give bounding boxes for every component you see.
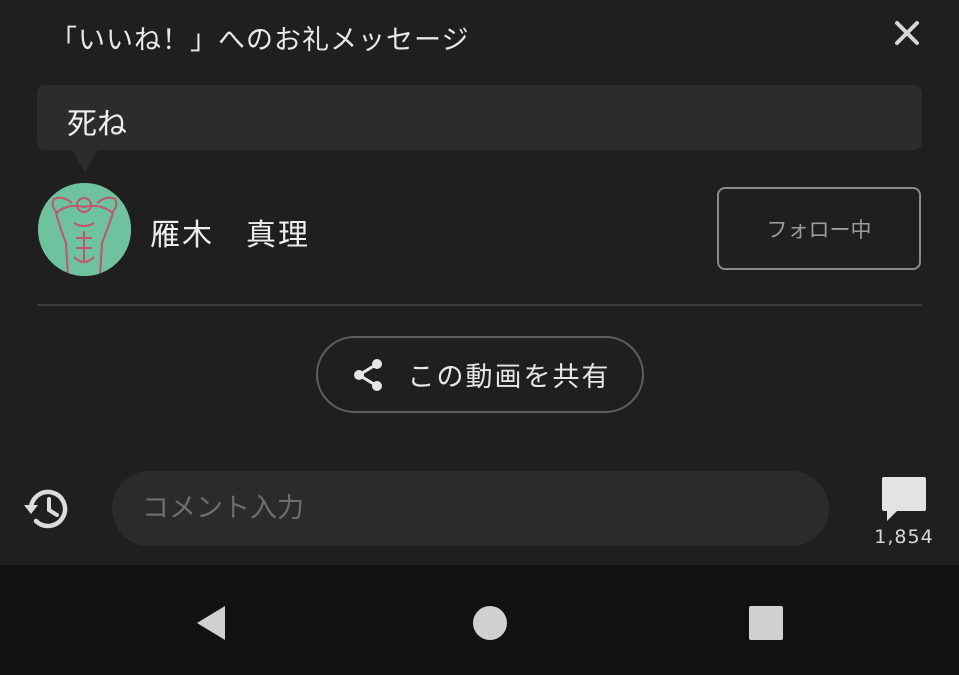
recents-square-icon (749, 606, 783, 640)
close-button[interactable] (886, 12, 928, 54)
avatar[interactable] (38, 183, 131, 276)
comment-icon (882, 477, 926, 521)
back-triangle-icon (197, 606, 225, 640)
thank-you-message: 死ね (67, 107, 127, 142)
dialog-title: 「いいね！」へのお礼メッセージ (50, 25, 470, 56)
following-button[interactable]: フォロー中 (717, 187, 921, 270)
recents-button[interactable] (736, 593, 796, 653)
home-button[interactable] (460, 593, 520, 653)
back-button[interactable] (181, 593, 241, 653)
divider (37, 304, 922, 306)
comment-input[interactable] (112, 471, 829, 546)
comments-button[interactable]: 1,854 (862, 470, 946, 554)
home-circle-icon (473, 606, 507, 640)
share-icon (353, 358, 382, 391)
system-nav-bar (0, 565, 959, 675)
avatar-image (38, 183, 131, 276)
share-label: この動画を共有 (407, 362, 611, 393)
message-bubble: 死ね (37, 85, 922, 150)
close-icon (895, 21, 919, 45)
message-dialog: 「いいね！」へのお礼メッセージ 死ね 雁木 真理 フォロー中 この動画を共有 コ… (0, 0, 959, 565)
share-video-button[interactable]: この動画を共有 (316, 336, 644, 413)
comment-count: 1,854 (874, 526, 934, 548)
history-button[interactable] (18, 480, 76, 538)
history-icon (24, 489, 68, 529)
bubble-tail (72, 150, 98, 172)
user-name[interactable]: 雁木 真理 (150, 210, 310, 254)
